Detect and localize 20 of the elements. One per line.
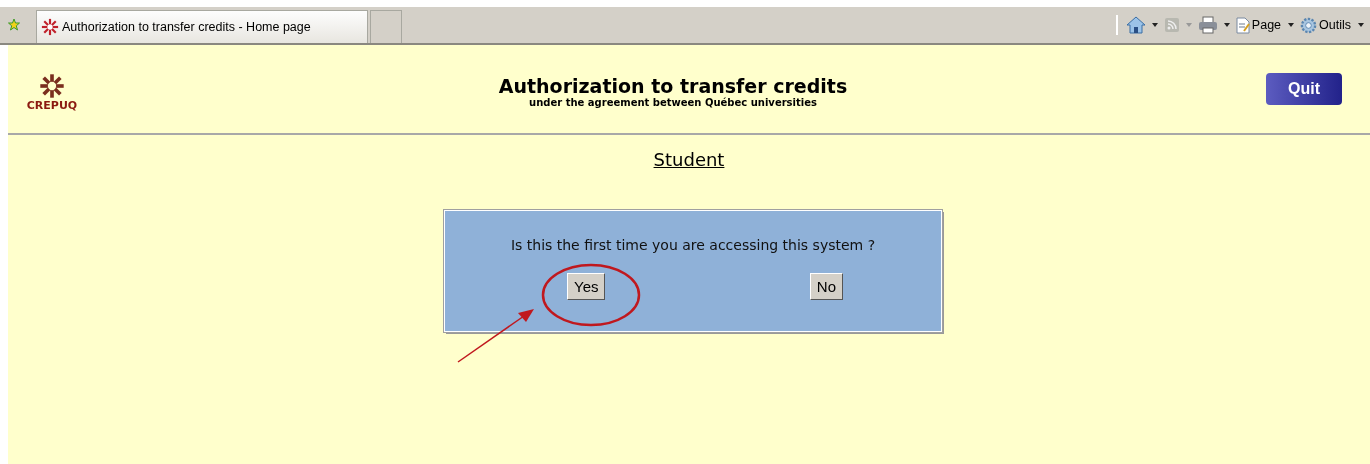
student-link[interactable]: Student <box>653 149 725 170</box>
page-title: Authorization to transfer credits <box>497 74 849 97</box>
quit-button[interactable]: Quit <box>1266 73 1342 105</box>
star-icon[interactable] <box>8 18 20 32</box>
home-icon[interactable] <box>1125 15 1146 35</box>
yes-button[interactable]: Yes <box>567 273 606 300</box>
dropdown-caret-icon[interactable] <box>1223 23 1230 27</box>
star-logo-icon <box>41 18 59 36</box>
dropdown-caret-icon[interactable] <box>1151 23 1158 27</box>
no-button[interactable]: No <box>809 273 843 300</box>
star-logo-icon <box>39 72 65 99</box>
print-icon[interactable] <box>1197 16 1218 34</box>
question-text: Is this the first time you are accessing this system ? <box>509 237 877 253</box>
tools-menu-button[interactable]: Outils <box>1300 16 1364 34</box>
gear-icon <box>1300 16 1318 34</box>
page-subtitle: under the agreement between Québec universities <box>528 96 818 108</box>
page-menu-button[interactable]: Page <box>1235 16 1295 34</box>
browser-tab[interactable]: Authorization to transfer credits - Home page <box>36 10 368 43</box>
page-icon <box>1235 16 1250 34</box>
logo-text: CREPUQ <box>26 98 78 112</box>
